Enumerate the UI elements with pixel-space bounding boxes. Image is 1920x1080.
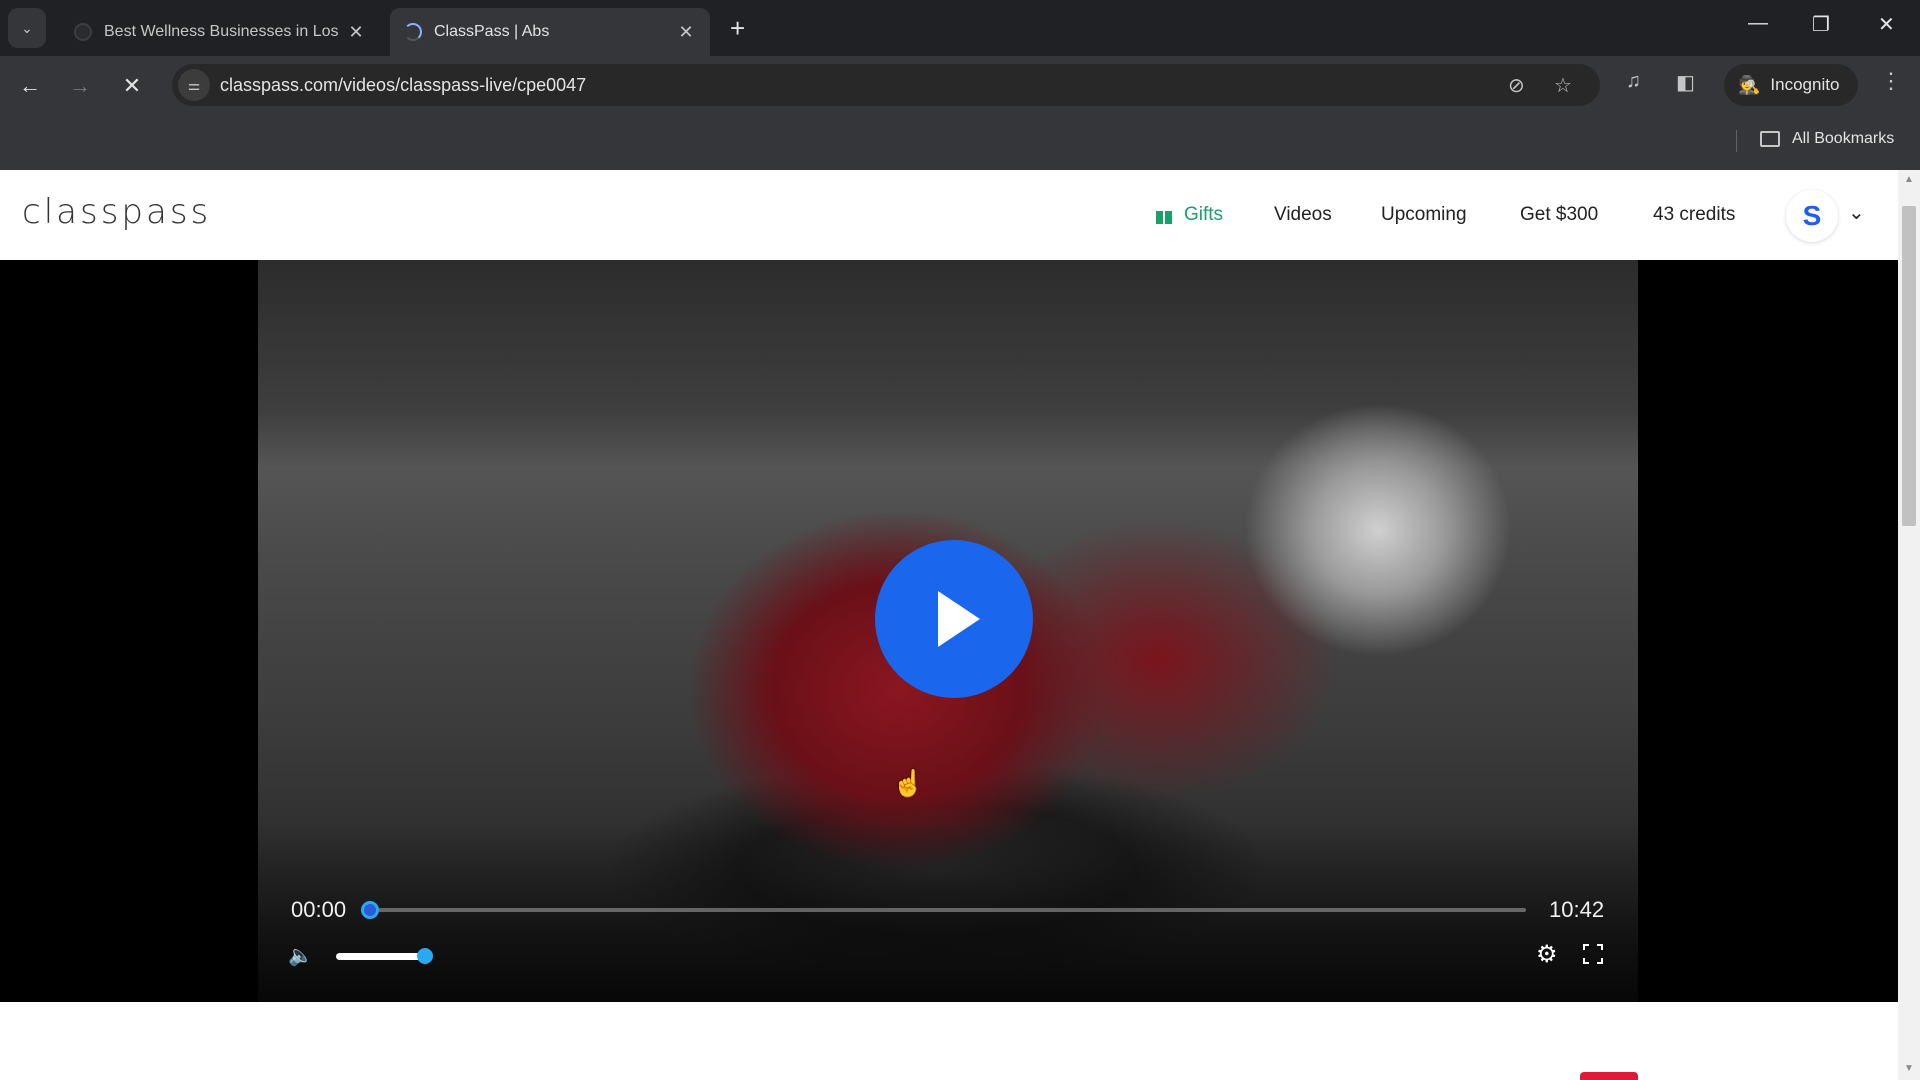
page-scrollbar[interactable]: ▲ ▼ <box>1898 170 1920 1080</box>
tab-close-icon[interactable]: ✕ <box>674 22 698 43</box>
current-time: 00:00 <box>291 897 347 922</box>
arrow-left-icon: ← <box>19 73 41 98</box>
volume-icon[interactable]: 🔈 <box>288 943 313 968</box>
settings-gear-icon[interactable]: ⚙ <box>1536 940 1558 969</box>
kebab-icon[interactable]: ⋮ <box>1880 68 1902 94</box>
stop-button[interactable]: ✕ <box>116 70 148 102</box>
incognito-label: Incognito <box>1770 75 1840 94</box>
close-icon: ✕ <box>122 73 142 98</box>
restore-button[interactable]: ❐ <box>1812 12 1830 37</box>
browser-toolbar: ← → ✕ ⚌ classpass.com/videos/classpass-l… <box>0 56 1920 114</box>
scroll-thumb[interactable] <box>1902 206 1916 526</box>
url-text[interactable]: classpass.com/videos/classpass-live/cpe0… <box>220 75 586 96</box>
tab-title: ClassPass | Abs <box>434 23 550 40</box>
player-controls: 00:00 10:42 🔈 ⚙ <box>258 260 1638 1002</box>
avatar[interactable]: S <box>1786 190 1838 242</box>
back-button[interactable]: ← <box>14 70 46 102</box>
chevron-down-icon: ⌄ <box>21 19 33 36</box>
duration: 10:42 <box>1549 897 1605 922</box>
tab-title: Best Wellness Businesses in Los <box>104 23 339 40</box>
page-content: classpass Gifts Videos Upcoming Get $300… <box>0 170 1898 1080</box>
address-bar[interactable]: ⚌ classpass.com/videos/classpass-live/cp… <box>172 64 1600 106</box>
eye-off-icon[interactable]: ⊘ <box>1508 73 1525 98</box>
nav-upcoming[interactable]: Upcoming <box>1381 204 1467 226</box>
tab-strip: ⌄ Best Wellness Businesses in Los ✕ Clas… <box>0 0 1920 56</box>
chevron-down-icon[interactable]: ⌄ <box>1848 200 1865 225</box>
incognito-badge[interactable]: 🕵 Incognito <box>1724 64 1858 106</box>
favicon-icon <box>74 23 92 41</box>
seek-thumb[interactable] <box>361 901 379 919</box>
star-icon[interactable]: ☆ <box>1554 73 1572 98</box>
all-bookmarks-button[interactable]: All Bookmarks <box>1760 130 1894 148</box>
site-info-button[interactable]: ⚌ <box>178 69 210 101</box>
site-header: classpass Gifts Videos Upcoming Get $300… <box>0 170 1898 260</box>
playlist-icon[interactable]: ♫ <box>1626 70 1641 93</box>
nav-videos[interactable]: Videos <box>1274 204 1332 226</box>
nav-gifts[interactable]: Gifts <box>1156 204 1223 226</box>
gift-icon <box>1156 206 1172 224</box>
minimize-button[interactable]: — <box>1748 12 1768 35</box>
folder-icon <box>1760 131 1780 147</box>
tab-close-icon[interactable]: ✕ <box>344 22 368 43</box>
scroll-up-icon[interactable]: ▲ <box>1904 174 1914 185</box>
loading-spinner-icon <box>404 23 422 41</box>
all-bookmarks-label: All Bookmarks <box>1792 130 1895 147</box>
nav-credits[interactable]: 43 credits <box>1653 204 1735 226</box>
side-panel-icon[interactable]: ◧ <box>1676 70 1695 95</box>
volume-slider[interactable] <box>336 948 433 964</box>
seek-bar[interactable] <box>361 901 1526 919</box>
window-close-button[interactable]: ✕ <box>1878 12 1895 37</box>
volume-thumb[interactable] <box>417 948 433 964</box>
scroll-down-icon[interactable]: ▼ <box>1904 1063 1914 1074</box>
nav-gifts-label: Gifts <box>1184 204 1224 225</box>
video-player: 00:00 10:42 🔈 ⚙ ☝ <box>0 260 1898 1002</box>
bookmarks-bar: All Bookmarks <box>0 114 1920 170</box>
below-fold-section <box>0 1002 1898 1080</box>
tab-wellness[interactable]: Best Wellness Businesses in Los ✕ <box>60 8 380 56</box>
new-tab-button[interactable]: + <box>730 14 745 42</box>
fullscreen-icon[interactable] <box>1583 944 1603 964</box>
tab-search-button[interactable]: ⌄ <box>8 8 46 48</box>
hand-cursor-icon: ☝ <box>892 768 925 798</box>
forward-button[interactable]: → <box>64 70 96 102</box>
section-heading-partial <box>1320 1066 1570 1080</box>
bookmarks-divider <box>1736 130 1737 152</box>
red-badge <box>1580 1072 1638 1080</box>
nav-get-300[interactable]: Get $300 <box>1520 204 1598 226</box>
video-frame[interactable]: 00:00 10:42 🔈 ⚙ <box>258 260 1638 1002</box>
tab-classpass[interactable]: ClassPass | Abs ✕ <box>390 8 710 56</box>
incognito-icon: 🕵 <box>1738 74 1761 95</box>
tune-icon: ⚌ <box>187 77 201 93</box>
arrow-right-icon: → <box>69 73 91 98</box>
classpass-logo[interactable]: classpass <box>22 192 211 232</box>
